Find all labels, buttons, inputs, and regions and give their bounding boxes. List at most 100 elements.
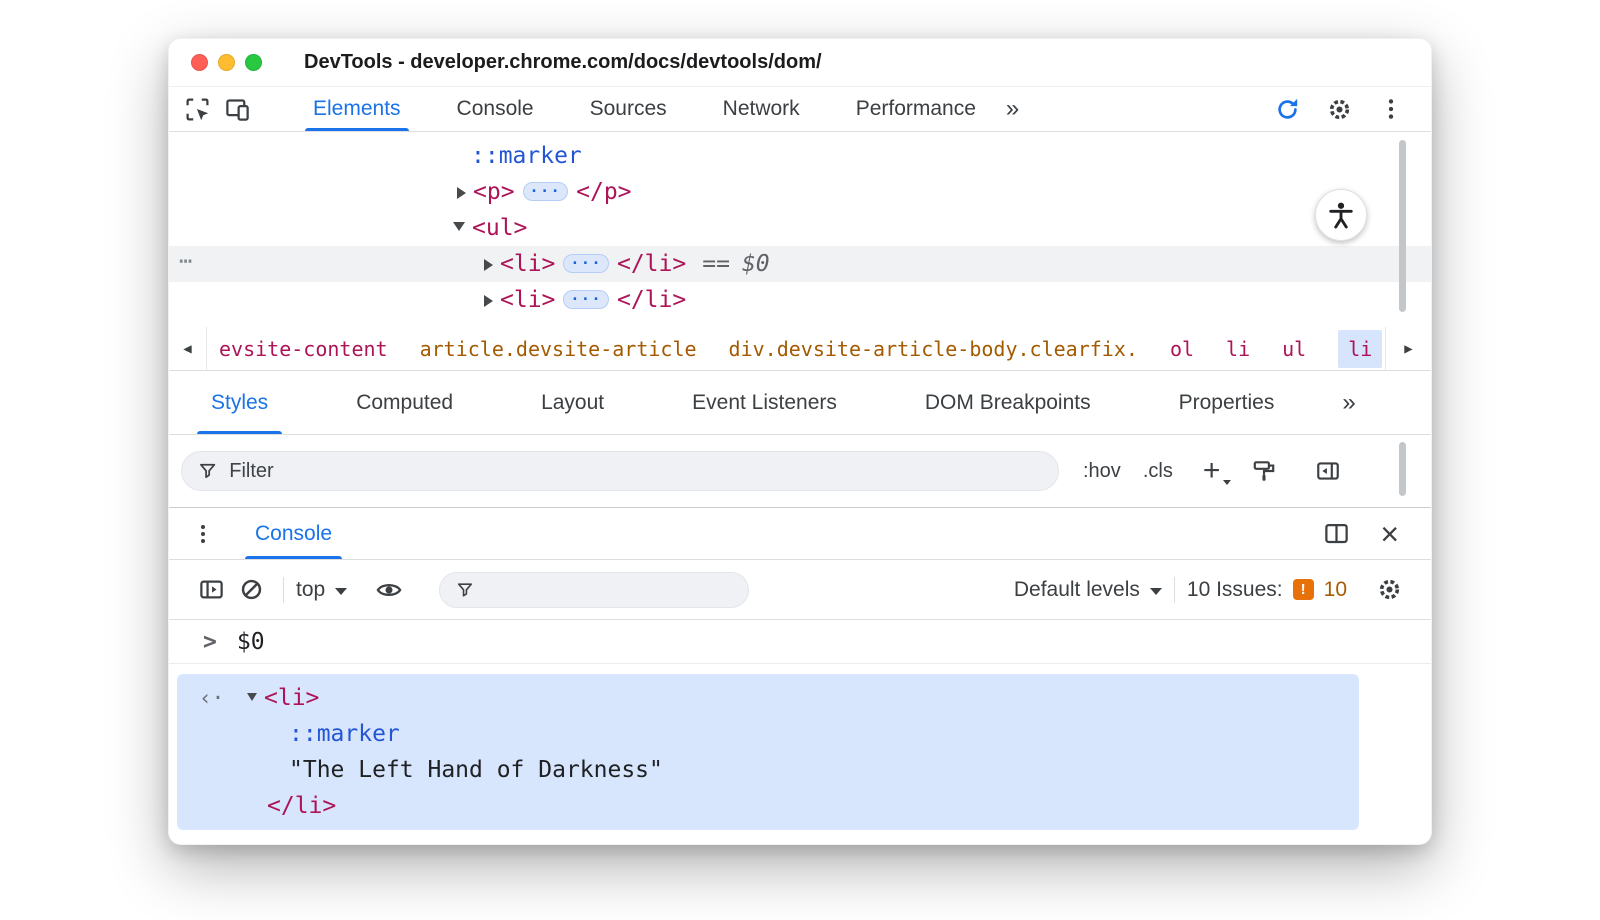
toolbar-divider: [1173, 576, 1175, 603]
breadcrumb-item[interactable]: article.devsite-article: [420, 337, 697, 361]
console-toolbar: top Default levels 10 Issues: ! 10: [169, 560, 1431, 620]
dom-tree-row-marker[interactable]: ::marker: [169, 138, 1431, 174]
breadcrumb-scroll-left-icon[interactable]: ◀: [169, 327, 207, 370]
pseudo-element-label: ::marker: [471, 143, 582, 169]
console-expression: $0: [236, 628, 265, 655]
styles-filter[interactable]: [181, 451, 1059, 491]
close-drawer-icon[interactable]: ×: [1380, 518, 1399, 550]
elements-scrollbar[interactable]: [1399, 140, 1406, 312]
tag-open: <p>: [473, 179, 515, 205]
tag-open: <ul>: [472, 215, 528, 241]
prompt-chevron-icon: >: [203, 628, 217, 655]
result-line-close: </li>: [177, 788, 1359, 824]
drawer-kebab-menu-icon[interactable]: [183, 515, 223, 553]
breadcrumb-item[interactable]: evsite-content: [219, 337, 388, 361]
collapse-arrow-icon[interactable]: [453, 222, 465, 231]
clear-console-icon[interactable]: [231, 571, 271, 609]
minimize-window-button[interactable]: [218, 54, 235, 71]
page-background: DevTools - developer.chrome.com/docs/dev…: [0, 0, 1600, 920]
breadcrumb-item[interactable]: li: [1226, 337, 1250, 361]
console-filter-input[interactable]: [484, 578, 733, 601]
result-line-text: "The Left Hand of Darkness": [177, 752, 1359, 788]
inline-expand-button[interactable]: ···: [522, 182, 569, 201]
expand-arrow-icon[interactable]: [457, 186, 466, 199]
tab-layout[interactable]: Layout: [521, 371, 624, 434]
tab-console[interactable]: Console: [441, 87, 550, 131]
console-sidebar-icon[interactable]: [191, 571, 231, 609]
log-levels-selector[interactable]: Default levels: [1014, 578, 1162, 602]
dom-tree-row-li-selected[interactable]: ⋯ <li> ··· </li> == $0: [169, 246, 1431, 282]
inspect-icon[interactable]: [177, 90, 217, 128]
console-settings-gear-icon[interactable]: [1369, 571, 1409, 609]
result-arrow-icon: ‹·: [199, 686, 225, 710]
console-filter[interactable]: [439, 571, 750, 608]
tag-open: <li>: [264, 685, 320, 711]
eye-icon[interactable]: [369, 571, 409, 609]
breadcrumb-item-selected[interactable]: li: [1338, 329, 1383, 368]
panel-tabs: Elements Console Sources Network Perform…: [297, 87, 992, 131]
filter-funnel-icon: [200, 463, 216, 479]
window-title: DevTools - developer.chrome.com/docs/dev…: [304, 51, 822, 73]
tab-properties[interactable]: Properties: [1159, 371, 1295, 434]
tab-dom-breakpoints[interactable]: DOM Breakpoints: [905, 371, 1111, 434]
breadcrumb-item[interactable]: ul: [1282, 337, 1306, 361]
new-style-rule-button[interactable]: +: [1203, 456, 1231, 486]
result-line-marker: ::marker: [177, 716, 1359, 752]
context-selector[interactable]: top: [296, 578, 348, 602]
inline-expand-button[interactable]: ···: [563, 290, 609, 309]
tab-performance[interactable]: Performance: [840, 87, 992, 131]
tab-styles[interactable]: Styles: [191, 371, 288, 434]
issues-badge-icon: !: [1292, 579, 1314, 600]
paint-roller-icon[interactable]: [1244, 452, 1284, 490]
devtools-toolbar: Elements Console Sources Network Perform…: [169, 87, 1431, 132]
sync-icon[interactable]: [1267, 90, 1307, 128]
zoom-window-button[interactable]: [245, 54, 262, 71]
issues-counter[interactable]: 10 Issues: ! 10: [1187, 578, 1347, 602]
elements-panel: ::marker <p> ··· </p> <ul> ⋯ <li> ··· </li> =…: [169, 132, 1431, 327]
filter-funnel-icon: [458, 582, 473, 597]
tag-close: </li>: [616, 287, 687, 313]
more-tabs-icon[interactable]: »: [1342, 390, 1355, 415]
breadcrumb-scroll-right-icon[interactable]: ▶: [1385, 327, 1431, 370]
breadcrumb-bar: ◀ evsite-content article.devsite-article…: [169, 327, 1431, 371]
dom-tree-row-p[interactable]: <p> ··· </p>: [169, 174, 1431, 210]
breadcrumb-item[interactable]: ol: [1170, 337, 1194, 361]
tab-network[interactable]: Network: [707, 87, 816, 131]
tab-elements[interactable]: Elements: [297, 87, 417, 131]
node-text-value: "The Left Hand of Darkness": [289, 757, 663, 783]
selected-node-annotation: == $0: [702, 251, 770, 277]
accessibility-person-icon: [1329, 202, 1353, 229]
console-result-block[interactable]: ‹· <li> ::marker "The Left Hand of Darkne…: [177, 674, 1359, 830]
tab-console-drawer[interactable]: Console: [239, 508, 348, 559]
styles-toolbar: :hov .cls +: [169, 435, 1431, 507]
settings-gear-icon[interactable]: [1319, 90, 1359, 128]
tab-computed[interactable]: Computed: [336, 371, 473, 434]
class-toggle[interactable]: .cls: [1143, 460, 1173, 483]
kebab-menu-icon[interactable]: [1371, 90, 1411, 128]
tag-open: <li>: [500, 251, 556, 277]
inline-expand-button[interactable]: ···: [563, 254, 609, 273]
dropdown-caret-icon: [335, 587, 348, 595]
pseudo-state-toggle[interactable]: :hov: [1083, 460, 1121, 483]
dom-tree-row-li[interactable]: <li> ··· </li>: [169, 282, 1431, 318]
expand-arrow-icon[interactable]: [484, 258, 493, 271]
styles-scrollbar[interactable]: [1399, 442, 1406, 496]
tab-sources[interactable]: Sources: [574, 87, 683, 131]
more-tabs-icon[interactable]: »: [1006, 97, 1019, 121]
styles-filter-input[interactable]: [229, 459, 1042, 483]
gutter-dots-icon[interactable]: ⋯: [179, 244, 194, 280]
device-toolbar-icon[interactable]: [217, 90, 257, 128]
tab-event-listeners[interactable]: Event Listeners: [672, 371, 857, 434]
collapse-arrow-icon[interactable]: [247, 692, 257, 701]
breadcrumb-item[interactable]: div.devsite-article-body.clearfix.: [729, 337, 1138, 361]
window-titlebar: DevTools - developer.chrome.com/docs/dev…: [169, 39, 1431, 87]
expand-arrow-icon[interactable]: [484, 294, 493, 307]
split-panel-icon[interactable]: [1316, 515, 1356, 553]
close-window-button[interactable]: [191, 54, 208, 71]
dom-tree-row-ul[interactable]: <ul>: [169, 210, 1431, 246]
accessibility-button[interactable]: [1315, 189, 1367, 241]
issues-count: 10: [1323, 577, 1347, 601]
console-expression-row: > $0: [169, 620, 1431, 664]
sidebar-toggle-icon[interactable]: [1308, 452, 1348, 490]
breadcrumb: evsite-content article.devsite-article d…: [207, 327, 1383, 370]
